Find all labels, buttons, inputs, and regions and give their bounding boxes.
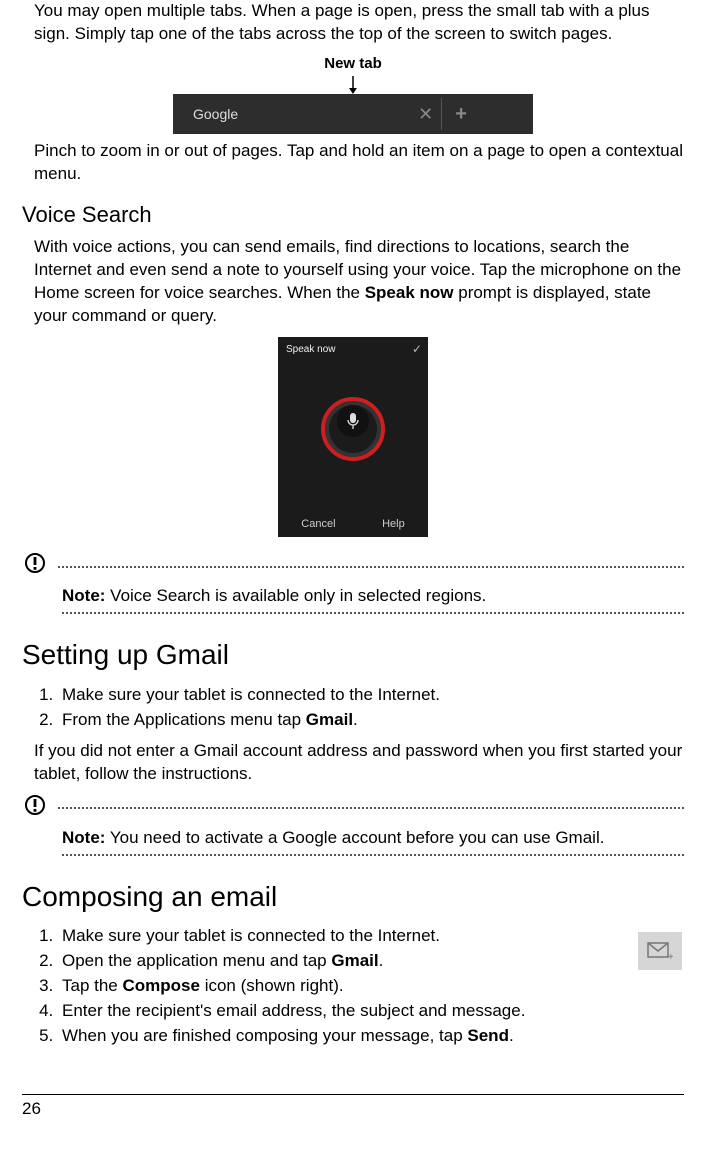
compose-step-1: Make sure your tablet is connected to th… (58, 925, 684, 948)
gmail-steps: Make sure your tablet is connected to th… (58, 684, 684, 732)
voice-note-text: Note: Voice Search is available only in … (22, 585, 684, 608)
intro-paragraph-2: Pinch to zoom in or out of pages. Tap an… (22, 140, 684, 186)
close-tab-icon: ✕ (418, 102, 433, 126)
gmail-note-box: Note: You need to activate a Google acco… (22, 794, 684, 856)
new-tab-plus-icon: + (455, 101, 467, 128)
voice-note-box: Note: Voice Search is available only in … (22, 552, 684, 614)
footer-rule (22, 1094, 684, 1095)
compose-step-4: Enter the recipient's email address, the… (58, 1000, 684, 1023)
compose-steps: Make sure your tablet is connected to th… (58, 925, 684, 1048)
gmail-step-1: Make sure your tablet is connected to th… (58, 684, 684, 707)
speak-now-screenshot: Speak now ✓ Cancel Help (22, 337, 684, 544)
gmail-after-steps: If you did not enter a Gmail account add… (22, 740, 684, 786)
voice-search-heading: Voice Search (22, 200, 684, 230)
compose-heading: Composing an email (22, 878, 684, 916)
voice-search-body: With voice actions, you can send emails,… (22, 236, 684, 328)
compose-step-2: Open the application menu and tap Gmail. (58, 950, 684, 973)
compose-step-5: When you are finished composing your mes… (58, 1025, 684, 1048)
note-icon (24, 794, 46, 823)
browser-tab-illustration: New tab Google ✕ + (22, 54, 684, 134)
speak-now-bold: Speak now (365, 283, 454, 302)
new-tab-label: New tab (22, 54, 684, 74)
gmail-step-2: From the Applications menu tap Gmail. (58, 709, 684, 732)
swoosh-icon: ✓ (412, 341, 422, 357)
tab-bar: Google ✕ + (173, 94, 533, 134)
gmail-note-text: Note: You need to activate a Google acco… (22, 827, 684, 850)
compose-icon: + (638, 932, 682, 970)
help-label: Help (382, 517, 405, 532)
svg-text:+: + (668, 952, 673, 961)
intro-paragraph-1: You may open multiple tabs. When a page … (22, 0, 684, 46)
speak-now-title: Speak now (286, 343, 335, 357)
tab-title: Google (193, 105, 238, 124)
gmail-heading: Setting up Gmail (22, 636, 684, 674)
page-number: 26 (22, 1098, 41, 1121)
note-icon (24, 552, 46, 581)
arrow-down-icon (22, 76, 684, 94)
compose-step-3: Tap the Compose icon (shown right). (58, 975, 684, 998)
cancel-label: Cancel (301, 517, 335, 532)
